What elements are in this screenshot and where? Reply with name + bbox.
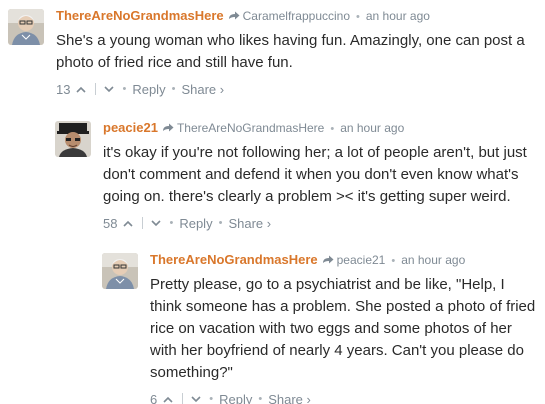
avatar-grandma-image [102, 253, 138, 289]
vote-count: 58 [103, 215, 118, 231]
vote-count: 13 [56, 81, 71, 97]
vote-divider [95, 83, 97, 95]
avatar-peacie-image [55, 121, 91, 157]
avatar[interactable] [55, 121, 91, 157]
share-button[interactable]: Share › [268, 392, 311, 404]
reply-arrow-icon [228, 9, 240, 25]
separator-dot: • [171, 83, 176, 95]
comment-body: ThereAreNoGrandmasHere peacie21 • an hour a… [150, 252, 540, 404]
timestamp-link[interactable]: an hour ago [340, 121, 404, 135]
upvote-icon[interactable] [74, 82, 88, 96]
author-link[interactable]: peacie21 [103, 120, 158, 135]
avatar[interactable] [102, 253, 138, 289]
separator-dot: • [258, 393, 263, 404]
separator-dot: • [391, 255, 396, 267]
comment-text: She's a young woman who likes having fun… [56, 30, 526, 74]
reply-button[interactable]: Reply [132, 82, 165, 97]
upvote-icon[interactable] [121, 216, 135, 230]
comment-header: peacie21 ThereAreNoGrandmasHere • an hour a… [103, 120, 533, 137]
reply-arrow-icon [322, 253, 334, 269]
share-button[interactable]: Share › [228, 216, 271, 231]
comment-body: ThereAreNoGrandmasHere Caramelfrappuccino… [56, 8, 526, 98]
comment-footer: 58 • Reply • Share › [103, 214, 533, 232]
comment-text: it's okay if you're not following her; a… [103, 142, 533, 208]
reply-arrow-icon [162, 121, 174, 137]
downvote-icon[interactable] [102, 82, 116, 96]
parent-author-link[interactable]: peacie21 [337, 253, 386, 267]
comment-header: ThereAreNoGrandmasHere Caramelfrappuccino… [56, 8, 526, 25]
separator-dot: • [356, 11, 360, 23]
parent-author-link[interactable]: Caramelfrappuccino [243, 9, 350, 23]
avatar[interactable] [8, 9, 44, 45]
vote-divider [182, 393, 184, 404]
reply-button[interactable]: Reply [219, 392, 252, 404]
comment-footer: 13 • Reply • Share › [56, 80, 526, 98]
timestamp-link[interactable]: an hour ago [401, 253, 465, 267]
vote-divider [142, 217, 144, 229]
author-link[interactable]: ThereAreNoGrandmasHere [56, 8, 224, 23]
downvote-icon[interactable] [149, 216, 163, 230]
separator-dot: • [218, 217, 223, 229]
comment-body: peacie21 ThereAreNoGrandmasHere • an hour a… [103, 120, 533, 232]
share-button[interactable]: Share › [181, 82, 224, 97]
comment-paragraph: She's a young woman who likes having fun… [56, 32, 525, 71]
timestamp-link[interactable]: an hour ago [366, 9, 430, 23]
downvote-icon[interactable] [189, 392, 203, 404]
author-link[interactable]: ThereAreNoGrandmasHere [150, 252, 318, 267]
comment-paragraph: Pretty please, go to a psychiatrist and … [150, 276, 536, 381]
parent-author-link[interactable]: ThereAreNoGrandmasHere [177, 121, 324, 135]
comment-header: ThereAreNoGrandmasHere peacie21 • an hour a… [150, 252, 540, 269]
upvote-icon[interactable] [161, 392, 175, 404]
separator-dot: • [209, 393, 214, 404]
reply-button[interactable]: Reply [179, 216, 212, 231]
vote-count: 6 [150, 391, 158, 404]
separator-dot: • [330, 123, 335, 135]
avatar-grandma-image [8, 9, 44, 45]
separator-dot: • [169, 217, 174, 229]
comment-footer: 6 • Reply • Share › [150, 390, 540, 404]
separator-dot: • [122, 83, 127, 95]
comment-paragraph: it's okay if you're not following her; a… [103, 144, 527, 205]
comment-text: Pretty please, go to a psychiatrist and … [150, 274, 540, 384]
